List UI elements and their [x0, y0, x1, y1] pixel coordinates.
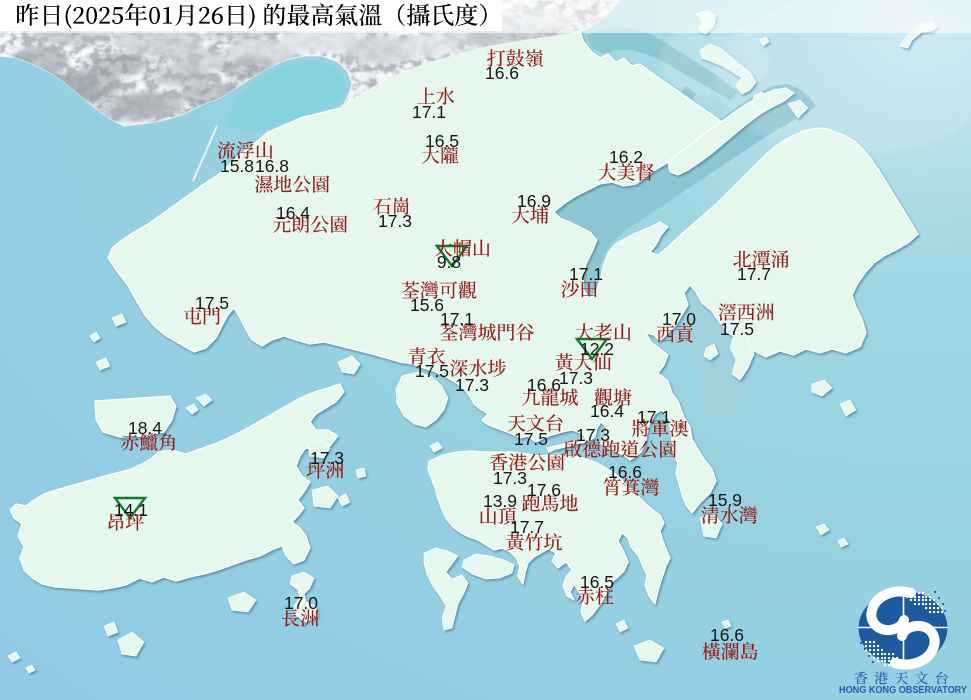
- svg-text:16.6: 16.6: [608, 462, 642, 482]
- svg-text:16.6: 16.6: [485, 63, 519, 83]
- svg-text:16.6: 16.6: [710, 625, 744, 645]
- svg-text:17.3: 17.3: [576, 425, 610, 445]
- svg-text:13.9: 13.9: [483, 491, 517, 511]
- svg-text:16.5: 16.5: [425, 131, 459, 151]
- svg-text:17.1: 17.1: [440, 309, 474, 329]
- svg-text:15.6: 15.6: [410, 295, 444, 315]
- svg-text:17.1: 17.1: [412, 102, 446, 122]
- svg-text:17.5: 17.5: [195, 293, 229, 313]
- svg-text:17.3: 17.3: [310, 448, 344, 468]
- svg-text:17.3: 17.3: [378, 211, 412, 231]
- svg-text:17.3: 17.3: [455, 375, 489, 395]
- svg-text:16.4: 16.4: [590, 401, 624, 421]
- svg-text:17.7: 17.7: [737, 264, 771, 284]
- svg-text:18.4: 18.4: [128, 418, 162, 438]
- svg-text:17.6: 17.6: [527, 480, 561, 500]
- svg-text:17.5: 17.5: [514, 429, 548, 449]
- svg-text:16.2: 16.2: [609, 147, 643, 167]
- svg-text:17.3: 17.3: [559, 368, 593, 388]
- svg-text:14.1: 14.1: [114, 500, 148, 520]
- svg-text:16.4: 16.4: [276, 203, 310, 223]
- svg-text:17.5: 17.5: [720, 319, 754, 339]
- svg-text:15.9: 15.9: [708, 490, 742, 510]
- svg-text:12.2: 12.2: [580, 339, 614, 359]
- svg-text:15.8: 15.8: [220, 156, 254, 176]
- svg-text:17.7: 17.7: [510, 517, 544, 537]
- svg-text:17.3: 17.3: [493, 468, 527, 488]
- svg-text:17.1: 17.1: [569, 264, 603, 284]
- svg-text:17.0: 17.0: [284, 593, 318, 613]
- svg-text:16.9: 16.9: [517, 191, 551, 211]
- svg-text:17.1: 17.1: [637, 407, 671, 427]
- svg-text:16.8: 16.8: [255, 156, 289, 176]
- svg-text:16.6: 16.6: [527, 375, 561, 395]
- svg-text:17.0: 17.0: [662, 309, 696, 329]
- svg-text:HONG KONG OBSERVATORY: HONG KONG OBSERVATORY: [839, 685, 967, 696]
- svg-text:16.5: 16.5: [580, 572, 614, 592]
- svg-text:17.5: 17.5: [415, 361, 449, 381]
- svg-text:9.8: 9.8: [437, 252, 461, 272]
